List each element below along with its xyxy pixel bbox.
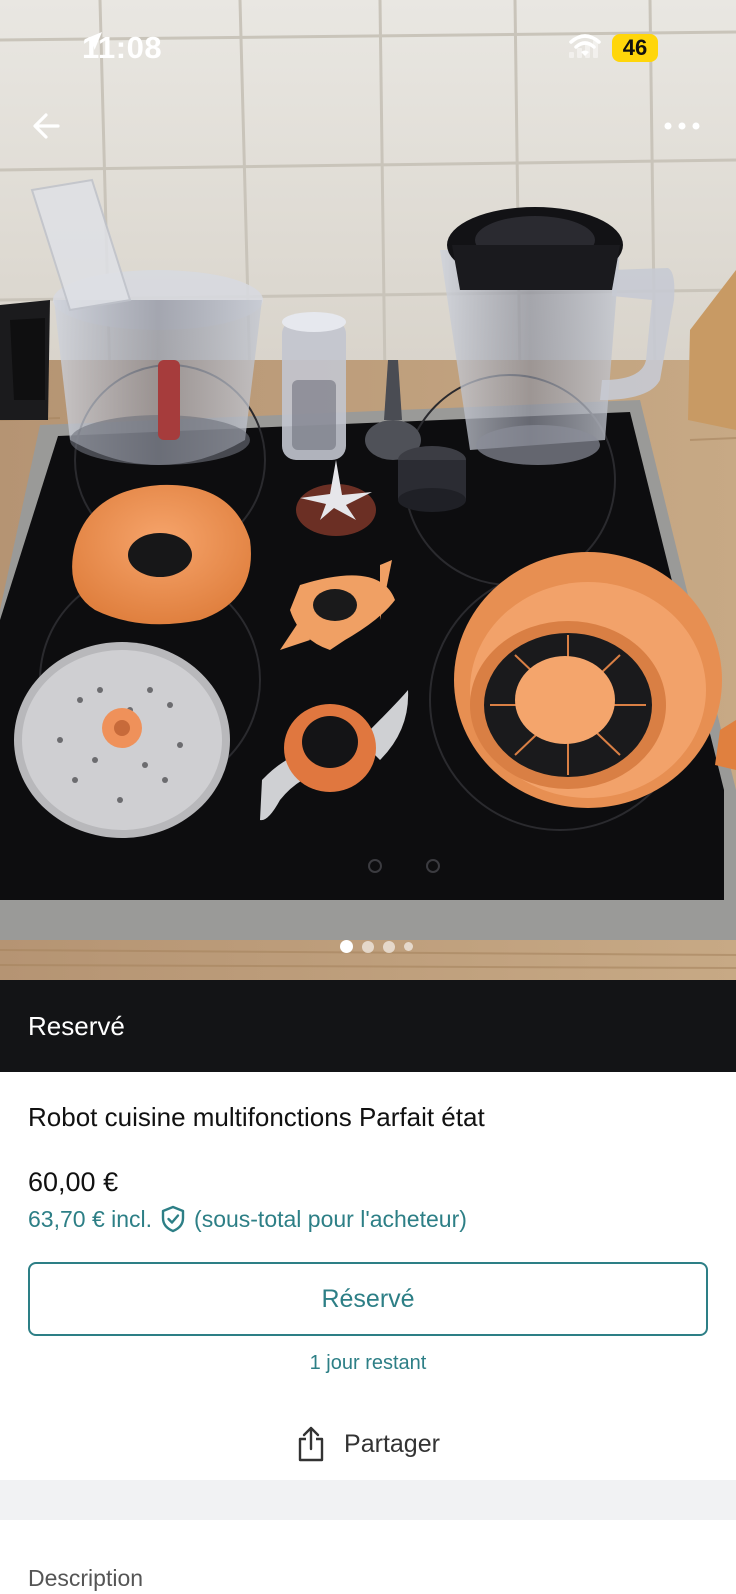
item-price: 60,00 € [28,1167,119,1197]
product-photo[interactable]: 11:08 46 [0,0,736,980]
reserved-banner: Reservé [0,980,736,1072]
wifi-icon [569,34,601,56]
description-heading: Description [28,1565,144,1591]
more-options-button[interactable] [658,112,706,140]
gallery-pagination[interactable] [340,940,413,953]
status-bar-indicators: 46 [569,34,658,62]
section-separator [0,1480,736,1520]
reserved-button[interactable]: Réservé [28,1262,708,1336]
price-note-text: (sous-total pour l'acheteur) [194,1205,467,1232]
ellipsis-icon [664,122,700,130]
reserved-button-label: Réservé [321,1284,415,1313]
time-remaining: 1 jour restant [309,1352,427,1374]
reserved-banner-label: Reservé [28,1010,125,1041]
shield-check-icon [161,1205,185,1233]
gallery-dot-3[interactable] [383,940,395,953]
location-arrow-icon [84,32,102,50]
share-button[interactable]: Partager [0,1420,736,1468]
status-bar-time: 11:08 [82,30,162,66]
gallery-dot-2[interactable] [362,940,374,953]
battery-indicator: 46 [612,34,658,62]
price-incl-text: 63,70 € incl. [28,1205,153,1232]
back-button[interactable] [28,106,68,146]
share-icon [298,1426,324,1462]
arrow-left-icon [33,113,60,139]
buyer-protection-price[interactable]: 63,70 € incl. (sous-total pour l'acheteu… [28,1205,467,1233]
product-photo-illustration [0,0,736,980]
gallery-dot-4[interactable] [404,942,413,951]
gallery-dot-1[interactable] [340,940,353,953]
share-label: Partager [344,1429,440,1458]
item-title: Robot cuisine multifonctions Parfait éta… [28,1102,485,1132]
